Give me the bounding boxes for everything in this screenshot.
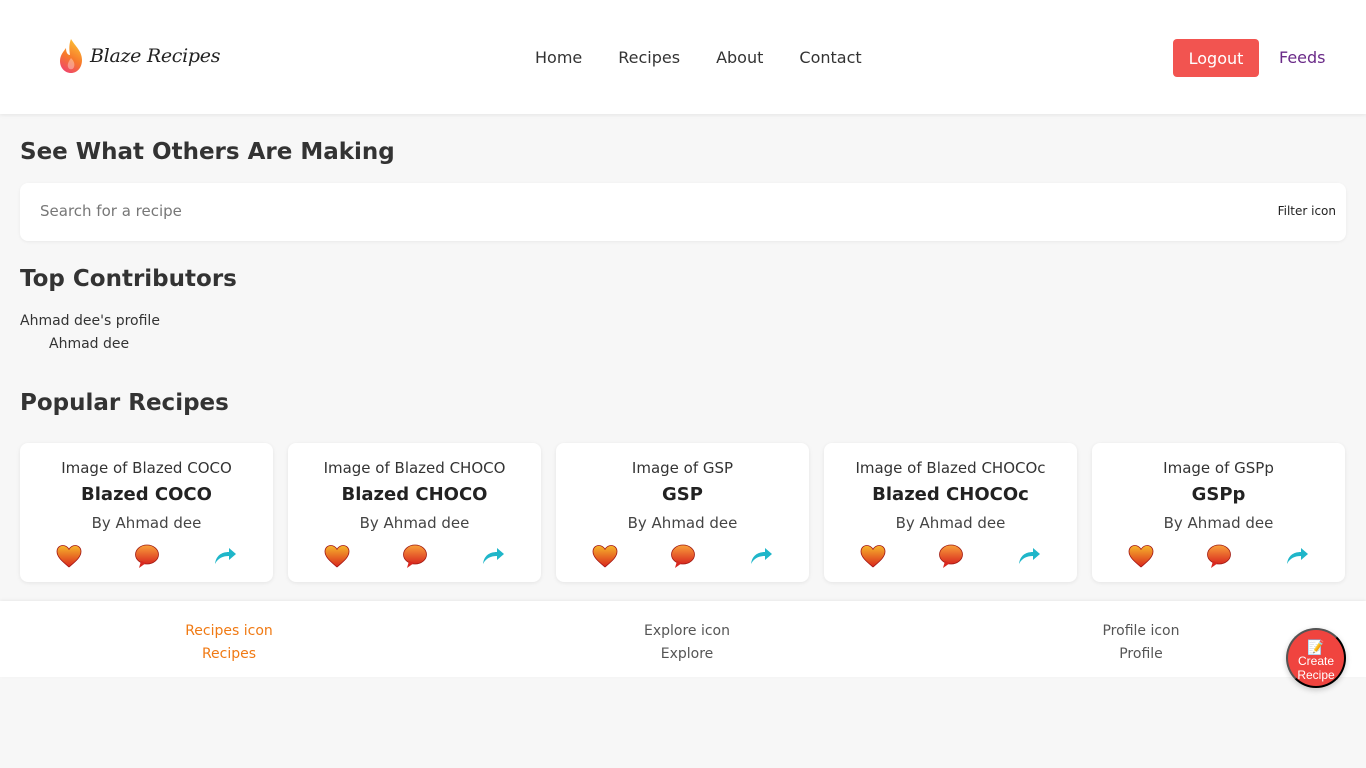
recipe-card[interactable]: Image of GSP GSP By Ahmad dee (556, 443, 809, 582)
top-contributors-title: Top Contributors (20, 266, 237, 292)
comment-bubble-icon[interactable] (670, 543, 696, 569)
recipe-actions (592, 543, 774, 569)
nav-about[interactable]: About (716, 48, 763, 68)
share-arrow-icon[interactable] (480, 543, 506, 569)
recipe-title[interactable]: GSP (556, 484, 809, 505)
share-arrow-icon[interactable] (748, 543, 774, 569)
nav-home[interactable]: Home (535, 48, 582, 68)
contributor-avatar[interactable]: Ahmad dee's profile (20, 313, 160, 329)
top-header: Blaze Recipes Home Recipes About Contact… (0, 0, 1366, 114)
bottom-nav-profile[interactable]: Profile icon Profile (1061, 620, 1221, 666)
nav-contact[interactable]: Contact (799, 48, 861, 68)
bottom-nav-explore[interactable]: Explore icon Explore (607, 620, 767, 666)
share-arrow-icon[interactable] (212, 543, 238, 569)
logo-text: Blaze Recipes (90, 45, 221, 67)
recipe-actions (1128, 543, 1310, 569)
recipe-image[interactable]: Image of Blazed CHOCO (288, 459, 541, 477)
recipes-icon: Recipes icon (185, 623, 273, 639)
share-arrow-icon[interactable] (1284, 543, 1310, 569)
recipe-actions (56, 543, 238, 569)
comment-bubble-icon[interactable] (938, 543, 964, 569)
recipe-card[interactable]: Image of GSPp GSPp By Ahmad dee (1092, 443, 1345, 582)
comment-bubble-icon[interactable] (134, 543, 160, 569)
recipe-image[interactable]: Image of Blazed COCO (20, 459, 273, 477)
contributor-name[interactable]: Ahmad dee (49, 336, 129, 352)
recipe-card[interactable]: Image of Blazed COCO Blazed COCO By Ahma… (20, 443, 273, 582)
create-recipe-button[interactable]: 📝 Create Recipe (1286, 628, 1346, 688)
recipe-actions (860, 543, 1042, 569)
create-recipe-label-1: Create (1297, 654, 1335, 668)
logo[interactable]: Blaze Recipes (58, 38, 220, 74)
explore-icon: Explore icon (643, 623, 730, 639)
recipe-author: By Ahmad dee (359, 514, 470, 532)
recipe-title[interactable]: GSPp (1092, 484, 1345, 505)
create-recipe-label-2: Recipe (1297, 668, 1335, 682)
recipe-author: By Ahmad dee (1163, 514, 1274, 532)
logout-button[interactable]: Logout (1173, 39, 1259, 77)
bottom-nav-label: Recipes (201, 646, 257, 662)
bottom-nav-label: Explore (660, 646, 714, 662)
recipe-title[interactable]: Blazed COCO (20, 484, 273, 505)
recipe-author: By Ahmad dee (895, 514, 1006, 532)
comment-bubble-icon[interactable] (402, 543, 428, 569)
feeds-link[interactable]: Feeds (1279, 48, 1326, 68)
heart-icon[interactable] (324, 543, 350, 569)
flame-logo-icon (60, 39, 82, 73)
recipe-title[interactable]: Blazed CHOCO (288, 484, 541, 505)
comment-bubble-icon[interactable] (1206, 543, 1232, 569)
heart-icon[interactable] (860, 543, 886, 569)
recipe-image[interactable]: Image of Blazed CHOCOc (824, 459, 1077, 477)
bottom-nav-label: Profile (1119, 646, 1163, 662)
recipe-card-list: Image of Blazed COCO Blazed COCO By Ahma… (20, 443, 1345, 582)
bottom-nav: Recipes icon Recipes Explore icon Explor… (0, 601, 1366, 677)
page-title: See What Others Are Making (20, 139, 395, 165)
recipe-image[interactable]: Image of GSP (556, 459, 809, 477)
profile-icon: Profile icon (1102, 623, 1180, 639)
popular-recipes-title: Popular Recipes (20, 390, 229, 416)
recipe-card[interactable]: Image of Blazed CHOCO Blazed CHOCO By Ah… (288, 443, 541, 582)
bottom-nav-recipes[interactable]: Recipes icon Recipes (149, 620, 309, 666)
heart-icon[interactable] (56, 543, 82, 569)
heart-icon[interactable] (1128, 543, 1154, 569)
search-input[interactable] (40, 202, 1240, 220)
notepad-icon: 📝 (1307, 639, 1325, 655)
main-nav: Home Recipes About Contact (535, 48, 898, 68)
recipe-author: By Ahmad dee (91, 514, 202, 532)
filter-icon[interactable]: Filter icon (1278, 204, 1336, 218)
recipe-image[interactable]: Image of GSPp (1092, 459, 1345, 477)
share-arrow-icon[interactable] (1016, 543, 1042, 569)
nav-recipes[interactable]: Recipes (618, 48, 680, 68)
recipe-actions (324, 543, 506, 569)
search-bar: Filter icon (20, 183, 1346, 241)
recipe-card[interactable]: Image of Blazed CHOCOc Blazed CHOCOc By … (824, 443, 1077, 582)
recipe-author: By Ahmad dee (627, 514, 738, 532)
recipe-title[interactable]: Blazed CHOCOc (824, 484, 1077, 505)
heart-icon[interactable] (592, 543, 618, 569)
